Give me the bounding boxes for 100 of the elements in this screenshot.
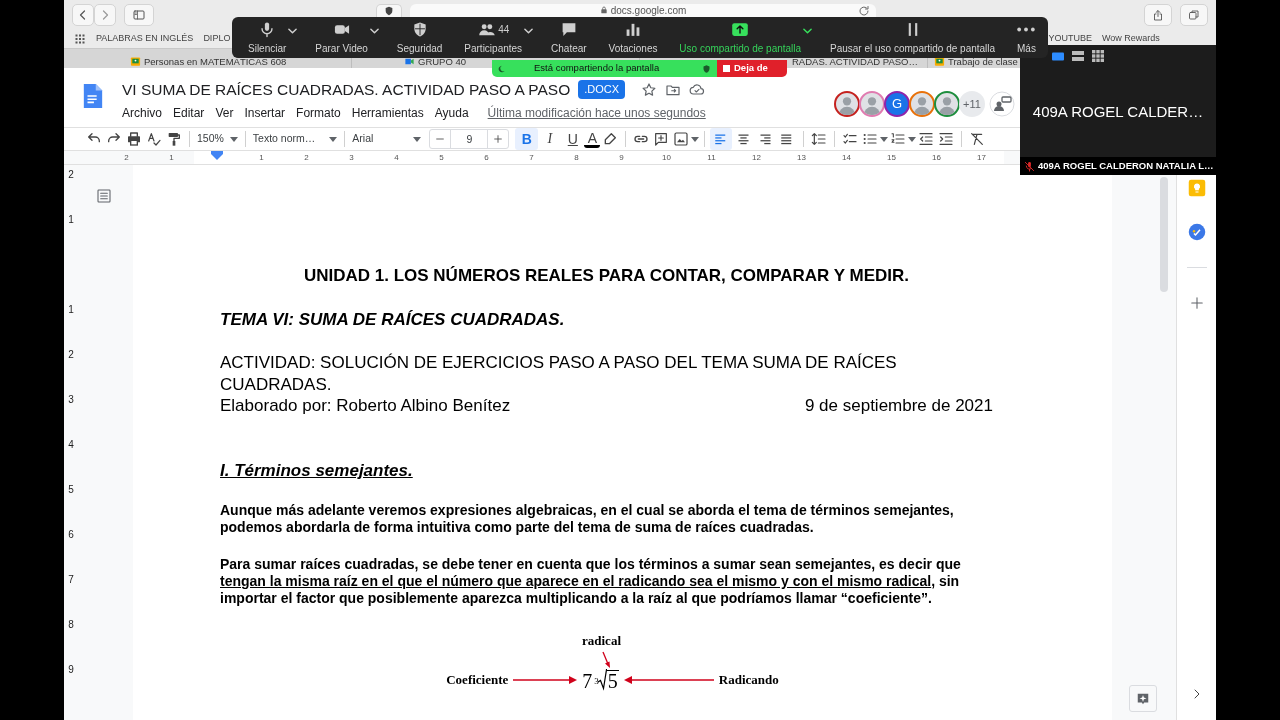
bookmark-link[interactable]: Wow Rewards — [1101, 32, 1160, 46]
present-icon[interactable] — [989, 91, 1015, 117]
last-edit-link[interactable]: Última modificación hace unos segundos — [487, 104, 706, 123]
share-icon[interactable] — [1152, 8, 1165, 22]
ruler-number: 6 — [464, 151, 509, 164]
avatar[interactable] — [934, 91, 960, 117]
numbered-list-icon[interactable] — [890, 131, 907, 147]
cloud-icon[interactable] — [689, 81, 706, 98]
caret-icon[interactable] — [524, 28, 534, 34]
ruler-number: 14 — [824, 151, 869, 164]
paragraph-text: Aunque más adelante veremos expresiones algebraicas, en el cual se aborda el tema de términos semejantes, podemos abordarla de forma intuitiva como parte del tema de suma de raíces cuadradas. — [220, 502, 955, 536]
ruler-number: 3 — [67, 393, 75, 407]
menu-item[interactable]: Ver — [215, 104, 234, 123]
menu-item[interactable]: Editar — [173, 104, 205, 123]
participants-button[interactable]: 44 Participantes — [460, 17, 527, 58]
caret-icon[interactable] — [803, 28, 813, 34]
security-button[interactable]: Seguridad — [392, 17, 447, 58]
more-button[interactable]: Más — [1013, 17, 1040, 58]
polls-button[interactable]: Votaciones — [604, 17, 662, 58]
italic-button[interactable]: I — [538, 128, 562, 150]
sharing-banner[interactable]: Está compartiendo la pantalla — [492, 60, 717, 77]
avatar[interactable] — [909, 91, 935, 117]
ruler-number: 8 — [554, 151, 599, 164]
ruler-number: 11 — [689, 151, 734, 164]
add-comment-icon[interactable] — [653, 131, 670, 147]
share-button[interactable] — [1144, 4, 1173, 26]
avatar[interactable]: G — [884, 91, 910, 117]
zoom-dropdown[interactable]: 150% — [195, 131, 240, 147]
menu-item[interactable]: Archivo — [122, 104, 162, 123]
browser-tab[interactable]: Personas en MATEMÁTICAS 608 — [144, 56, 287, 67]
chat-button[interactable]: Chatear — [547, 17, 591, 58]
browser-tab[interactable]: Trabajo de clase — [948, 56, 1018, 67]
document-title[interactable]: VI SUMA DE RAÍCES CUADRADAS. ACTIVIDAD PASO A PASO — [122, 78, 571, 102]
underline-button[interactable]: U — [561, 128, 585, 150]
back-button[interactable] — [72, 4, 94, 26]
arrow — [513, 675, 578, 684]
shield-icon[interactable] — [383, 6, 394, 16]
checklist-icon[interactable] — [842, 131, 859, 147]
more-collaborators-badge[interactable]: +11 — [959, 91, 985, 117]
ruler-number: 3 — [329, 151, 374, 164]
indent-marker-icon[interactable] — [210, 151, 223, 160]
stop-share-button[interactable]: Deja de — [717, 60, 787, 77]
privacy-button[interactable] — [375, 4, 402, 17]
style-dropdown[interactable]: Texto norm… — [250, 131, 340, 147]
browser-tab[interactable]: GRUPO 40 — [418, 56, 467, 67]
print-icon[interactable] — [126, 131, 142, 147]
clear-formatting-icon[interactable] — [969, 131, 986, 147]
share-screen-button[interactable]: Uso compartido de pantalla — [675, 17, 806, 58]
bookmark-link[interactable]: YOUTUBE — [1048, 32, 1092, 46]
gallery-view-icon[interactable] — [1092, 50, 1104, 62]
scrollbar[interactable] — [1160, 177, 1168, 292]
reload-icon[interactable] — [858, 5, 871, 17]
participant-name: 409A ROGEL CALDER… — [1031, 101, 1205, 122]
increase-indent-icon[interactable] — [938, 131, 955, 147]
sidebar-icon[interactable] — [131, 9, 146, 21]
menu-item[interactable]: Formato — [296, 104, 341, 123]
sidebar-button[interactable] — [124, 4, 154, 26]
tabs-overview-button[interactable] — [1180, 4, 1208, 26]
pause-share-button[interactable]: Pausar el uso compartido de pantalla — [826, 17, 1000, 58]
bookmark-link[interactable]: DIPLO — [203, 32, 231, 46]
decrease-indent-icon[interactable] — [918, 131, 935, 147]
tasks-icon[interactable] — [1187, 223, 1206, 241]
star-icon[interactable] — [641, 81, 658, 98]
menu-item[interactable]: Herramientas — [351, 104, 424, 123]
ruler-number: 7 — [67, 573, 75, 587]
highlighter-icon[interactable] — [602, 131, 619, 147]
plus-icon[interactable] — [493, 134, 504, 145]
menu-item[interactable]: Ayuda — [434, 104, 469, 123]
bulleted-list-icon[interactable] — [862, 131, 879, 147]
radicand-label: Radicando — [718, 670, 779, 689]
text-color-button[interactable]: A — [584, 130, 601, 148]
arrow — [600, 650, 611, 669]
font-dropdown[interactable]: Arial — [350, 131, 424, 147]
avatar[interactable] — [859, 91, 885, 117]
mute-button[interactable]: Silenciar — [244, 17, 291, 58]
address-bar[interactable]: docs.google.com — [409, 4, 877, 17]
coefficient-label: Coeficiente — [446, 670, 509, 689]
browser-tab[interactable]: RADAS. ACTIVIDAD PASO… — [792, 56, 918, 67]
caret-icon[interactable] — [369, 28, 379, 34]
speaker-view-icon[interactable] — [1052, 51, 1064, 61]
bookmark-link[interactable]: PALABRAS EN INGLÉS — [96, 32, 194, 46]
outline-icon[interactable] — [96, 188, 112, 204]
line-spacing-icon[interactable] — [811, 131, 828, 147]
lock-icon — [599, 5, 608, 15]
caret-icon[interactable] — [288, 28, 298, 34]
stop-video-button[interactable]: Parar Video — [311, 17, 372, 58]
explore-button[interactable] — [1129, 685, 1157, 712]
list-view-icon[interactable] — [1072, 51, 1084, 61]
docs-logo-icon[interactable] — [82, 82, 104, 110]
menu-item[interactable]: Insertar — [244, 104, 286, 123]
apps-grid-icon[interactable] — [74, 33, 86, 45]
paint-format-icon[interactable] — [166, 131, 182, 147]
avatar[interactable] — [834, 91, 860, 117]
tabs-icon[interactable] — [1188, 9, 1201, 21]
bold-button[interactable]: B — [515, 128, 539, 150]
ruler-number: 1 — [168, 152, 175, 164]
ruler-number: 9 — [599, 151, 644, 164]
url-text: docs.google.com — [610, 5, 687, 16]
spellcheck-icon[interactable] — [146, 131, 162, 147]
image-icon[interactable] — [673, 131, 690, 147]
